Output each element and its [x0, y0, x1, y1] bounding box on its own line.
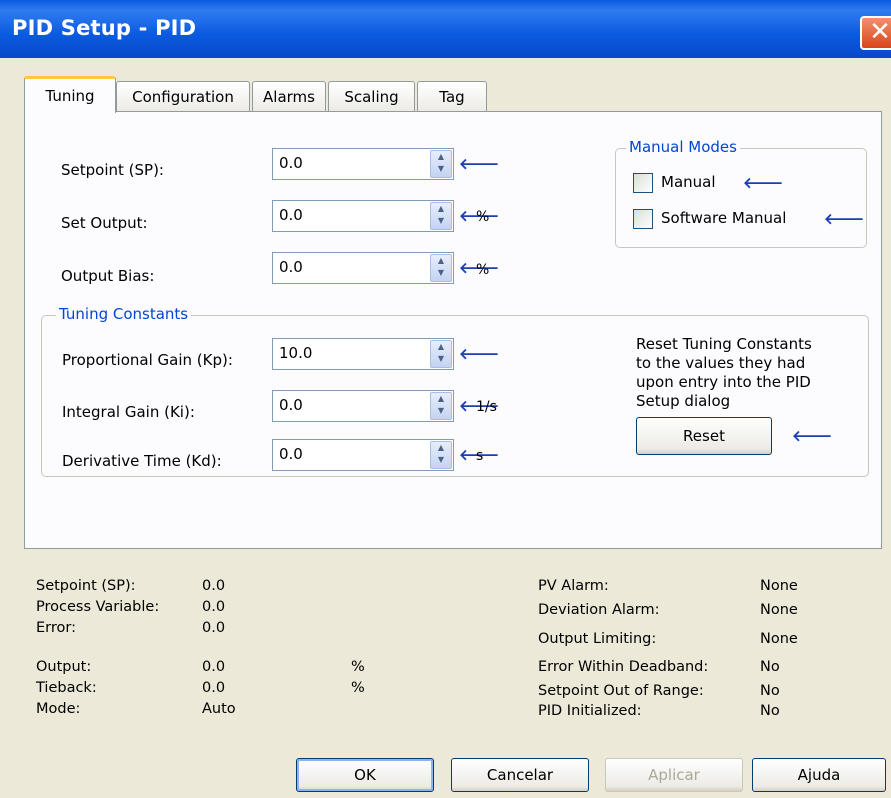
status-output-limiting-label: Output Limiting: [538, 631, 657, 647]
tab-tuning-label: Tuning [45, 87, 95, 105]
status-output-value: 0.0 [202, 659, 226, 675]
set-output-value: 0.0 [279, 206, 303, 224]
kd-label: Derivative Time (Kd): [62, 452, 222, 470]
status-tieback-label: Tieback: [36, 680, 97, 696]
software-manual-checkbox[interactable] [633, 209, 653, 229]
output-bias-input[interactable]: 0.0 ▲ ▼ [272, 252, 454, 284]
tab-tag-label: Tag [439, 88, 465, 106]
reset-button[interactable]: Reset [636, 417, 772, 455]
help-button[interactable]: Ajuda [752, 758, 886, 792]
arrow-left-icon: 🡐 [792, 427, 833, 445]
tuning-constants-title: Tuning Constants [56, 305, 192, 323]
setpoint-input[interactable]: 0.0 ▲ ▼ [272, 148, 454, 180]
status-pv-label: Process Variable: [36, 599, 160, 615]
cancel-button[interactable]: Cancelar [451, 758, 589, 792]
output-bias-spinner[interactable]: ▲ ▼ [430, 254, 452, 282]
status-deadband-label: Error Within Deadband: [538, 659, 709, 675]
window-title: PID Setup - PID [12, 16, 197, 40]
ki-unit: 1/s [476, 399, 497, 415]
status-pv-value: 0.0 [202, 599, 226, 615]
arrow-left-icon: 🡐 [743, 174, 784, 192]
title-bar: PID Setup - PID ✕ [0, 0, 891, 58]
kp-spinner[interactable]: ▲ ▼ [430, 340, 452, 368]
tuning-constants-group: Tuning Constants Proportional Gain (Kp):… [41, 305, 869, 477]
status-setpoint-value: 0.0 [202, 578, 226, 594]
status-output-limiting-value: None [760, 631, 798, 647]
status-pid-initialized-label: PID Initialized: [538, 703, 642, 719]
setpoint-spinner[interactable]: ▲ ▼ [430, 150, 452, 178]
set-output-unit: % [476, 209, 490, 225]
reset-note-line-4: Setup dialog [636, 392, 731, 410]
reset-note-line-1: Reset Tuning Constants [636, 335, 812, 353]
ki-value: 0.0 [279, 396, 303, 414]
kd-unit: s [476, 448, 484, 464]
status-sp-out-of-range-value: No [760, 683, 780, 699]
status-error-value: 0.0 [202, 620, 226, 636]
status-deviation-alarm-value: None [760, 602, 798, 618]
status-deviation-alarm-label: Deviation Alarm: [538, 602, 660, 618]
status-pv-alarm-label: PV Alarm: [538, 578, 609, 594]
output-bias-value: 0.0 [279, 258, 303, 276]
status-output-label: Output: [36, 659, 92, 675]
kp-input[interactable]: 10.0 ▲ ▼ [272, 338, 454, 370]
ki-input[interactable]: 0.0 ▲ ▼ [272, 390, 454, 422]
arrow-left-icon: 🡐 [459, 155, 500, 173]
status-tieback-unit: % [351, 680, 365, 696]
set-output-spinner[interactable]: ▲ ▼ [430, 202, 452, 230]
status-pid-initialized-value: No [760, 703, 780, 719]
reset-note-line-2: to the values they had [636, 354, 806, 372]
close-button[interactable]: ✕ [860, 16, 891, 50]
set-output-label: Set Output: [61, 214, 148, 232]
arrow-left-icon: 🡐 [459, 345, 500, 363]
output-bias-unit: % [476, 262, 490, 278]
kd-input[interactable]: 0.0 ▲ ▼ [272, 439, 454, 471]
tab-scaling-label: Scaling [344, 88, 399, 106]
apply-button[interactable]: Aplicar [605, 758, 743, 792]
manual-label: Manual [661, 173, 716, 191]
kp-value: 10.0 [279, 344, 313, 362]
status-output-unit: % [351, 659, 365, 675]
reset-button-label: Reset [683, 427, 725, 445]
status-deadband-value: No [760, 659, 780, 675]
apply-button-label: Aplicar [648, 766, 700, 784]
status-sp-out-of-range-label: Setpoint Out of Range: [538, 683, 704, 699]
tab-tag[interactable]: Tag [417, 81, 487, 111]
tab-alarms-label: Alarms [263, 88, 315, 106]
setpoint-value: 0.0 [279, 154, 303, 172]
kd-spinner[interactable]: ▲ ▼ [430, 441, 452, 469]
pid-setup-dialog: PID Setup - PID ✕ Tuning Configuration A… [0, 0, 891, 798]
tab-tuning[interactable]: Tuning [24, 76, 116, 113]
manual-modes-group: Manual Modes Manual 🡐 Software Manual 🡐 [615, 138, 867, 248]
tuning-panel: Setpoint (SP): 0.0 ▲ ▼ 🡐 Set Output: 0.0 … [24, 111, 882, 549]
kp-label: Proportional Gain (Kp): [62, 351, 233, 369]
ki-spinner[interactable]: ▲ ▼ [430, 392, 452, 420]
status-mode-label: Mode: [36, 701, 81, 717]
manual-checkbox[interactable] [633, 173, 653, 193]
ok-button[interactable]: OK [296, 758, 434, 792]
status-setpoint-label: Setpoint (SP): [36, 578, 136, 594]
status-tieback-value: 0.0 [202, 680, 226, 696]
status-pv-alarm-value: None [760, 578, 798, 594]
arrow-left-icon: 🡐 [824, 210, 865, 228]
close-icon: ✕ [869, 17, 891, 47]
software-manual-label: Software Manual [661, 209, 787, 227]
tab-scaling[interactable]: Scaling [328, 81, 415, 111]
set-output-input[interactable]: 0.0 ▲ ▼ [272, 200, 454, 232]
status-error-label: Error: [36, 620, 76, 636]
help-button-label: Ajuda [797, 766, 841, 784]
output-bias-label: Output Bias: [61, 267, 155, 285]
ki-label: Integral Gain (Ki): [62, 403, 195, 421]
tab-alarms[interactable]: Alarms [252, 81, 326, 111]
tab-configuration[interactable]: Configuration [116, 81, 250, 111]
manual-modes-title: Manual Modes [626, 138, 740, 156]
setpoint-label: Setpoint (SP): [61, 161, 164, 179]
kd-value: 0.0 [279, 445, 303, 463]
reset-note-line-3: upon entry into the PID [636, 373, 811, 391]
status-mode-value: Auto [202, 701, 236, 717]
tab-configuration-label: Configuration [132, 88, 234, 106]
ok-button-label: OK [354, 766, 376, 784]
cancel-button-label: Cancelar [486, 766, 554, 784]
